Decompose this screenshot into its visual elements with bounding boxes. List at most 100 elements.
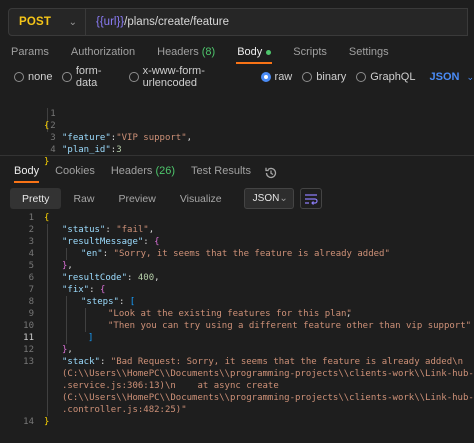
tab-test-results[interactable]: Test Results <box>181 163 257 183</box>
tab-scripts[interactable]: Scripts <box>282 44 338 64</box>
radio-selected-icon <box>260 72 271 82</box>
json-value: (C:\\Users\\HomePC\\Documents\\programmi… <box>62 369 474 379</box>
json-value: .controller.js:482:25)" <box>62 405 187 415</box>
line-number: 9 <box>28 309 34 319</box>
body-format-select[interactable]: JSON ⌄ <box>425 71 474 83</box>
url-input[interactable]: {{url}}/plans/create/feature <box>86 8 468 36</box>
tab-label: Cookies <box>55 164 95 177</box>
wrap-lines-button[interactable] <box>299 188 322 209</box>
indent-guide <box>66 296 67 344</box>
headers-count: (26) <box>155 164 176 177</box>
indent-guide <box>47 224 48 416</box>
json-value: 3 <box>116 145 122 155</box>
json-key: "fix" <box>62 285 90 295</box>
view-raw-button[interactable]: Raw <box>61 188 106 209</box>
tab-settings[interactable]: Settings <box>338 44 400 64</box>
line-number: 13 <box>23 357 34 367</box>
body-indicator-dot <box>266 49 272 55</box>
line-number: 2 <box>50 121 56 131</box>
body-format-label: JSON <box>429 71 460 83</box>
json-key: "resultMessage" <box>62 237 144 247</box>
line-number: 3 <box>50 133 56 143</box>
json-key: "resultCode" <box>62 273 128 283</box>
line-number: 5 <box>28 261 34 271</box>
history-icon[interactable] <box>263 165 279 181</box>
tab-label: Params <box>11 46 49 58</box>
json-key: "steps" <box>81 297 119 307</box>
line-number: 10 <box>23 321 34 331</box>
line-number: 2 <box>28 225 34 235</box>
tab-label: Settings <box>348 46 389 58</box>
response-view-toolbar: Pretty Raw Preview Visualize JSON ⌄ <box>10 188 322 209</box>
tab-headers[interactable]: Headers (8) <box>146 44 226 64</box>
line-number: 1 <box>28 213 34 223</box>
body-type-options: none form-data x-www-form-urlencoded raw… <box>14 65 474 89</box>
line-number: 6 <box>28 273 34 283</box>
response-body-viewer[interactable]: 1 2 3 4 5 6 7 8 9 10 11 12 13 14 { "stat… <box>0 212 474 434</box>
radio-label: binary <box>316 71 347 83</box>
radio-label: GraphQL <box>370 71 416 83</box>
radio-label: none <box>28 71 53 83</box>
chevron-down-icon: ⌄ <box>68 16 77 28</box>
tab-label: Authorization <box>70 46 136 58</box>
tab-label: Headers <box>110 164 153 177</box>
radio-label: x-www-form-urlencoded <box>142 65 205 89</box>
request-body-editor[interactable]: 1 { 2 "feature":"VIP support", 3 "plan_i… <box>0 96 474 167</box>
radio-form-data[interactable]: form-data <box>62 65 119 89</box>
code-line: 4 } <box>0 132 56 167</box>
radio-icon <box>302 72 313 82</box>
tab-params[interactable]: Params <box>0 44 60 64</box>
view-preview-button[interactable]: Preview <box>106 188 167 209</box>
tab-label: Test Results <box>191 164 251 177</box>
json-key: "en" <box>81 249 103 259</box>
radio-label: raw <box>274 71 293 83</box>
request-tabs: Params Authorization Headers (8) Body Sc… <box>0 44 400 64</box>
json-punct: , <box>186 133 193 143</box>
line-number: 14 <box>23 417 34 427</box>
tab-label: Body <box>237 46 263 58</box>
json-key: "plan_id" <box>62 145 111 155</box>
view-pretty-button[interactable]: Pretty <box>10 188 62 209</box>
json-value: "VIP support" <box>116 133 187 143</box>
chevron-down-icon: ⌄ <box>279 193 288 204</box>
tab-label: Scripts <box>293 46 327 58</box>
radio-graphql[interactable]: GraphQL <box>356 71 415 83</box>
tab-authorization[interactable]: Authorization <box>60 44 146 64</box>
json-value: "Sorry, it seems that the feature is alr… <box>113 249 390 259</box>
headers-count: (8) <box>201 46 216 58</box>
tab-label: Headers <box>157 46 199 58</box>
radio-binary[interactable]: binary <box>302 71 346 83</box>
tab-cookies[interactable]: Cookies <box>45 163 101 183</box>
tab-body[interactable]: Body <box>226 44 282 64</box>
json-value: 400 <box>137 273 155 283</box>
chevron-down-icon: ⌄ <box>466 72 474 82</box>
url-bar: POST ⌄ {{url}}/plans/create/feature <box>8 8 468 36</box>
tab-response-headers[interactable]: Headers (26) <box>101 163 181 183</box>
panel-divider[interactable] <box>0 155 474 156</box>
radio-raw[interactable]: raw <box>260 71 293 83</box>
radio-icon <box>14 72 24 82</box>
view-visualize-button[interactable]: Visualize <box>168 188 234 209</box>
json-key: "status" <box>62 225 106 235</box>
json-value: .service.js:306:13)\n at async create <box>62 381 279 391</box>
response-tabs: Body Cookies Headers (26) Test Results <box>4 163 279 183</box>
radio-icon <box>62 72 72 82</box>
tab-response-body[interactable]: Body <box>4 163 45 183</box>
line-number: 12 <box>23 345 34 355</box>
method-select[interactable]: POST ⌄ <box>8 8 86 36</box>
line-number: 11 <box>23 333 34 343</box>
code-line: 1 { <box>0 96 56 131</box>
radio-none[interactable]: none <box>14 71 52 83</box>
line-number: 7 <box>28 285 34 295</box>
line-number: 4 <box>28 249 34 259</box>
radio-x-www-form-urlencoded[interactable]: x-www-form-urlencoded <box>129 65 250 89</box>
indent-guide <box>66 248 67 260</box>
wrap-lines-icon <box>304 193 318 205</box>
json-key: "feature" <box>62 133 111 143</box>
indent-guide <box>85 308 86 332</box>
radio-icon <box>129 72 139 82</box>
radio-icon <box>356 72 367 82</box>
response-format-select[interactable]: JSON ⌄ <box>243 188 294 209</box>
json-value: "Then you can try using a different feat… <box>108 321 472 331</box>
code-line: 2 "feature":"VIP support", <box>0 108 192 143</box>
